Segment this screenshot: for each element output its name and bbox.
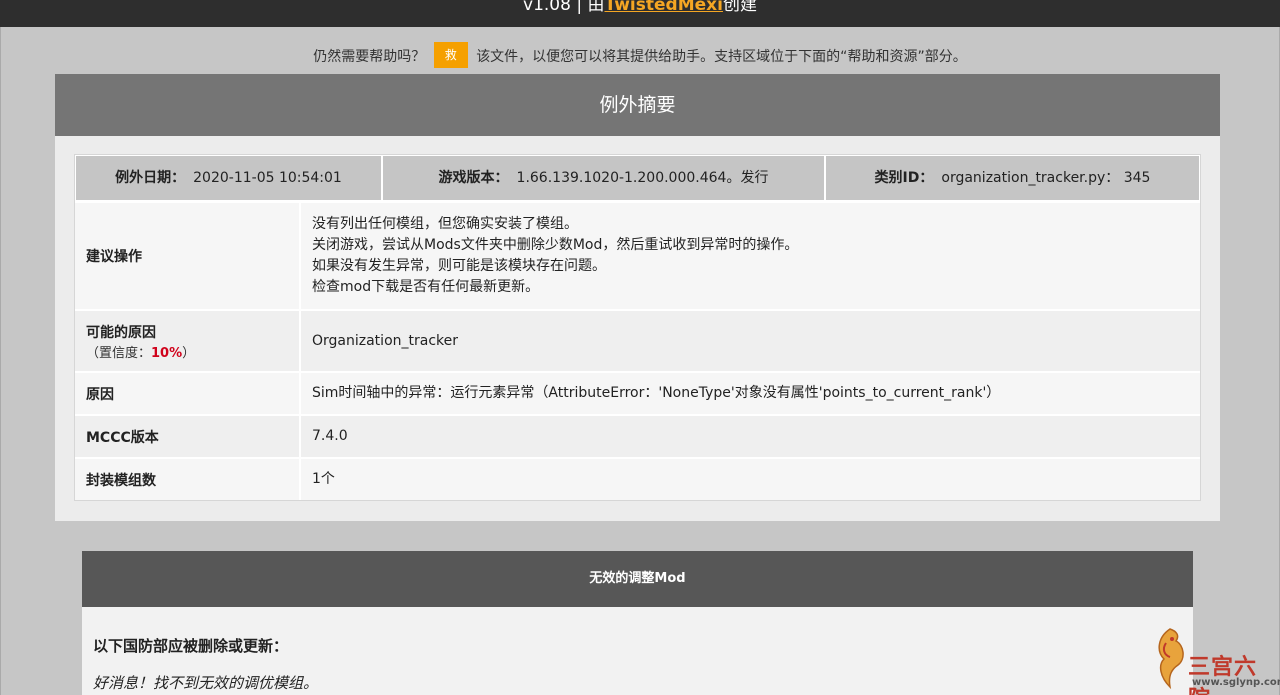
help-line: 仍然需要帮助吗？ 救 该文件，以便您可以将其提供给助手。支持区域位于下面的“帮助… [0,42,1280,70]
possible-cause-row: 可能的原因 （置信度：10%） Organization_tracker [75,309,1200,371]
invalid-tuning-mods-card: 无效的调整Mod 以下国防部应被删除或更新： 好消息！找不到无效的调优模组。 [82,551,1193,695]
watermark-url: www.sglynp.com [1192,677,1280,688]
exception-summary-card: 例外摘要 例外日期： 2020-11-05 10:54:01 游戏版本： 1.66.… [55,74,1220,521]
phoenix-icon [1158,628,1184,690]
watermark-title: 三宫六院 [1188,654,1258,695]
category-id-label: 类别ID： [874,170,934,186]
mccc-version-label: MCCC版本 [75,416,301,457]
created-by-prefix: | 由 [570,0,605,15]
author-link[interactable]: TwistedMexi [605,0,723,15]
mccc-version-value: 7.4.0 [301,416,1200,457]
help-text-before: 仍然需要帮助吗？ [313,49,426,65]
game-version-label: 游戏版本： [438,170,509,186]
summary-table: 例外日期： 2020-11-05 10:54:01 游戏版本： 1.66.139.1… [74,154,1201,501]
mccc-version-row: MCCC版本 7.4.0 [75,414,1200,457]
summary-title: 例外摘要 [55,74,1220,136]
help-badge-button[interactable]: 救 [433,42,468,68]
exception-date-cell: 例外日期： 2020-11-05 10:54:01 [75,155,382,201]
suggested-action-row: 建议操作 没有列出任何模组，但您确实安装了模组。 关闭游戏，尝试从Mods文件夹… [75,201,1200,309]
suggested-action-line: 检查mod下载是否有任何最新更新。 [312,279,540,295]
created-by-suffix: 创建 [722,0,757,15]
category-id-value: organization_tracker.py： 345 [941,170,1151,186]
packed-mods-label: 封装模组数 [75,459,301,500]
suggested-action-line: 没有列出任何模组，但您确实安装了模组。 [312,216,578,232]
mods-to-remove-label: 以下国防部应被删除或更新： [93,637,289,655]
meta-row: 例外日期： 2020-11-05 10:54:01 游戏版本： 1.66.139.1… [75,155,1200,201]
confidence-prefix: （置信度： [86,345,152,361]
category-id-cell: 类别ID： organization_tracker.py： 345 [825,155,1200,201]
possible-cause-value: Organization_tracker [301,311,1200,371]
suggested-action-label: 建议操作 [75,203,301,309]
help-text-after: 该文件，以便您可以将其提供给助手。支持区域位于下面的“帮助和资源”部分。 [476,49,967,65]
packed-mods-row: 封装模组数 1个 [75,457,1200,500]
suggested-action-value: 没有列出任何模组，但您确实安装了模组。 关闭游戏，尝试从Mods文件夹中删除少数… [301,203,1200,309]
invalid-tuning-mods-title: 无效的调整Mod [82,551,1193,607]
confidence-value: 10% [151,345,183,361]
watermark-logo: 三宫六院 www.sglynp.com [1150,625,1280,695]
good-news-text: 好消息！找不到无效的调优模组。 [93,674,319,692]
top-bar: v1.08 | 由TwistedMexi创建 [0,0,1280,27]
exception-date-label: 例外日期： [115,170,186,186]
packed-mods-value: 1个 [301,459,1200,500]
confidence-suffix: ） [182,345,196,361]
suggested-action-line: 如果没有发生异常，则可能是该模块存在问题。 [312,258,606,274]
confidence-line: （置信度：10%） [86,342,288,361]
reason-label: 原因 [75,373,301,414]
suggested-action-line: 关闭游戏，尝试从Mods文件夹中删除少数Mod，然后重试收到异常时的操作。 [312,237,799,253]
possible-cause-label-cell: 可能的原因 （置信度：10%） [75,311,301,371]
reason-row: 原因 Sim时间轴中的异常：运行元素异常（AttributeError：'Non… [75,371,1200,414]
version-label: v1.08 [523,0,571,15]
exception-date-value: 2020-11-05 10:54:01 [193,170,342,186]
reason-value: Sim时间轴中的异常：运行元素异常（AttributeError：'NoneTy… [301,373,1200,414]
game-version-cell: 游戏版本： 1.66.139.1020-1.200.000.464。发行 [382,155,825,201]
possible-cause-label: 可能的原因 [86,324,156,341]
game-version-value: 1.66.139.1020-1.200.000.464。发行 [516,170,769,186]
